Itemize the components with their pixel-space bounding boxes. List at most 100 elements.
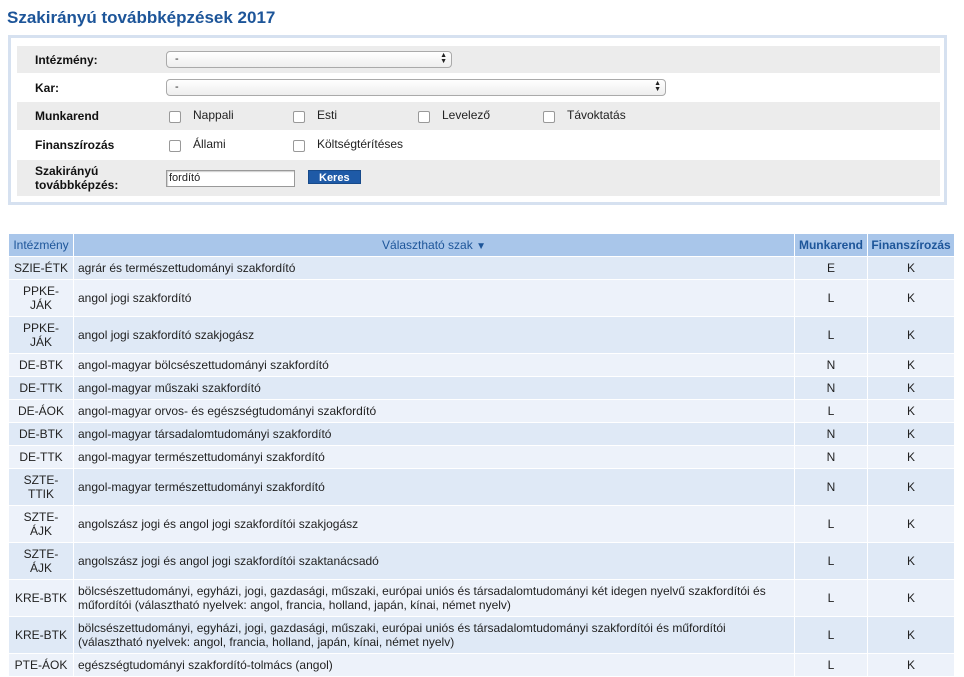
schedule-cell: L xyxy=(795,580,867,617)
faculty-label: Kar: xyxy=(35,80,60,95)
filter-row-faculty: Kar: - ▲ ▼ xyxy=(17,74,940,101)
institution-cell[interactable]: SZIE-ÉTK xyxy=(9,257,73,280)
course-cell: angolszász jogi és angol jogi szakfordít… xyxy=(74,506,794,543)
checkbox-tavoktatas[interactable] xyxy=(543,111,555,123)
institution-cell[interactable]: DE-TTK xyxy=(9,377,73,400)
faculty-select-value: - xyxy=(175,81,179,93)
course-search-input[interactable]: fordító xyxy=(166,170,295,187)
filter-row-institution: Intézmény: - ▲ ▼ xyxy=(17,46,940,73)
institution-cell[interactable]: KRE-BTK xyxy=(9,617,73,654)
course-cell: agrár és természettudományi szakfordító xyxy=(74,257,794,280)
institution-cell[interactable]: DE-TTK xyxy=(9,446,73,469)
financing-cell: K xyxy=(868,317,954,354)
course-cell: angolszász jogi és angol jogi szakfordít… xyxy=(74,543,794,580)
schedule-cell: L xyxy=(795,400,867,423)
financing-label: Finanszírozás xyxy=(35,138,115,152)
checkbox-tavoktatas-label: Távoktatás xyxy=(567,108,626,122)
institution-select-value: - xyxy=(175,53,179,65)
checkbox-esti-label: Esti xyxy=(317,108,338,122)
table-row: PPKE- JÁK angol jogi szakfordító L K xyxy=(9,280,954,317)
course-label-line1: Szakirányú xyxy=(35,164,99,178)
table-row: KRE-BTK bölcsészettudományi, egyházi, jog… xyxy=(9,580,954,617)
financing-cell: K xyxy=(868,377,954,400)
course-cell: bölcsészettudományi, egyházi, jogi, gazd… xyxy=(74,617,794,654)
financing-cell: K xyxy=(868,469,954,506)
schedule-cell: N xyxy=(795,469,867,506)
course-cell: bölcsészettudományi, egyházi, jogi, gazd… xyxy=(74,580,794,617)
schedule-cell: L xyxy=(795,317,867,354)
table-row: PPKE- JÁK angol jogi szakfordító szakjogás… xyxy=(9,317,954,354)
header-financing[interactable]: Finanszírozás xyxy=(868,234,954,257)
institution-cell[interactable]: SZTE- ÁJK xyxy=(9,543,73,580)
course-cell: angol-magyar műszaki szakfordító xyxy=(74,377,794,400)
checkbox-koltsegterites-label: Költségtérítéses xyxy=(317,137,404,151)
institution-cell[interactable]: PTE-ÁOK xyxy=(9,654,73,677)
header-institution[interactable]: Intézmény xyxy=(9,234,73,257)
table-row: SZTE- TTIK angol-magyar természettudományi… xyxy=(9,469,954,506)
financing-cell: K xyxy=(868,654,954,677)
financing-cell: K xyxy=(868,580,954,617)
institution-select[interactable]: - ▲ ▼ xyxy=(166,51,452,68)
institution-cell[interactable]: SZTE- TTIK xyxy=(9,469,73,506)
filter-row-course: Szakirányú továbbképzés: fordító Keres xyxy=(17,160,940,196)
schedule-cell: L xyxy=(795,280,867,317)
institution-cell[interactable]: SZTE- ÁJK xyxy=(9,506,73,543)
page-title: Szakirányú továbbképzések 2017 xyxy=(7,8,276,27)
schedule-cell: N xyxy=(795,354,867,377)
institution-cell[interactable]: DE-BTK xyxy=(9,423,73,446)
schedule-cell: L xyxy=(795,506,867,543)
institution-label: Intézmény: xyxy=(35,52,98,67)
filter-row-schedule: Munkarend Nappali Esti Levelező Távoktat… xyxy=(17,102,940,130)
financing-cell: K xyxy=(868,543,954,580)
financing-cell: K xyxy=(868,400,954,423)
results-body: SZIE-ÉTK agrár és természettudományi szak… xyxy=(9,257,954,677)
checkbox-levelezo[interactable] xyxy=(418,111,430,123)
table-row: PTE-ÁOK egészségtudományi szakfordító-tol… xyxy=(9,654,954,677)
institution-cell[interactable]: DE-BTK xyxy=(9,354,73,377)
schedule-cell: N xyxy=(795,446,867,469)
results-table: Intézmény Választható szak ▼ Munkarend F… xyxy=(8,234,955,677)
checkbox-allami[interactable] xyxy=(169,140,181,152)
schedule-label: Munkarend xyxy=(35,109,100,123)
header-schedule[interactable]: Munkarend xyxy=(795,234,867,257)
table-row: SZTE- ÁJK angolszász jogi és angol jogi sz… xyxy=(9,543,954,580)
institution-cell[interactable]: PPKE- JÁK xyxy=(9,317,73,354)
schedule-cell: L xyxy=(795,543,867,580)
checkbox-nappali[interactable] xyxy=(169,111,181,123)
financing-cell: K xyxy=(868,506,954,543)
financing-cell: K xyxy=(868,617,954,654)
institution-cell[interactable]: PPKE- JÁK xyxy=(9,280,73,317)
schedule-cell: L xyxy=(795,617,867,654)
faculty-select[interactable]: - ▲ ▼ xyxy=(166,79,666,96)
checkbox-koltsegterites[interactable] xyxy=(293,140,305,152)
table-row: SZIE-ÉTK agrár és természettudományi szak… xyxy=(9,257,954,280)
search-button[interactable]: Keres xyxy=(308,170,361,184)
financing-cell: K xyxy=(868,280,954,317)
table-row: KRE-BTK bölcsészettudományi, egyházi, jog… xyxy=(9,617,954,654)
schedule-cell: N xyxy=(795,377,867,400)
financing-cell: K xyxy=(868,423,954,446)
header-course[interactable]: Választható szak ▼ xyxy=(74,234,794,257)
course-cell: egészségtudományi szakfordító-tolmács (a… xyxy=(74,654,794,677)
course-cell: angol-magyar természettudományi szakford… xyxy=(74,446,794,469)
table-row: DE-TTK angol-magyar műszaki szakfordító N K xyxy=(9,377,954,400)
course-cell: angol jogi szakfordító szakjogász xyxy=(74,317,794,354)
course-cell: angol-magyar orvos- és egészségtudományi… xyxy=(74,400,794,423)
header-course-label: Választható szak xyxy=(382,238,473,252)
select-arrows-icon: ▲ ▼ xyxy=(654,80,661,93)
schedule-cell: E xyxy=(795,257,867,280)
financing-cell: K xyxy=(868,446,954,469)
financing-cell: K xyxy=(868,354,954,377)
institution-cell[interactable]: KRE-BTK xyxy=(9,580,73,617)
checkbox-esti[interactable] xyxy=(293,111,305,123)
table-row: SZTE- ÁJK angolszász jogi és angol jogi sz… xyxy=(9,506,954,543)
schedule-cell: N xyxy=(795,423,867,446)
table-row: DE-TTK angol-magyar természettudományi sz… xyxy=(9,446,954,469)
course-cell: angol-magyar természettudományi szakford… xyxy=(74,469,794,506)
select-arrows-icon: ▲ ▼ xyxy=(440,52,447,65)
checkbox-levelezo-label: Levelező xyxy=(442,108,491,122)
course-label-line2: továbbképzés: xyxy=(35,178,119,192)
course-label: Szakirányú továbbképzés: xyxy=(35,164,118,192)
institution-cell[interactable]: DE-ÁOK xyxy=(9,400,73,423)
course-cell: angol-magyar társadalomtudományi szakfor… xyxy=(74,423,794,446)
